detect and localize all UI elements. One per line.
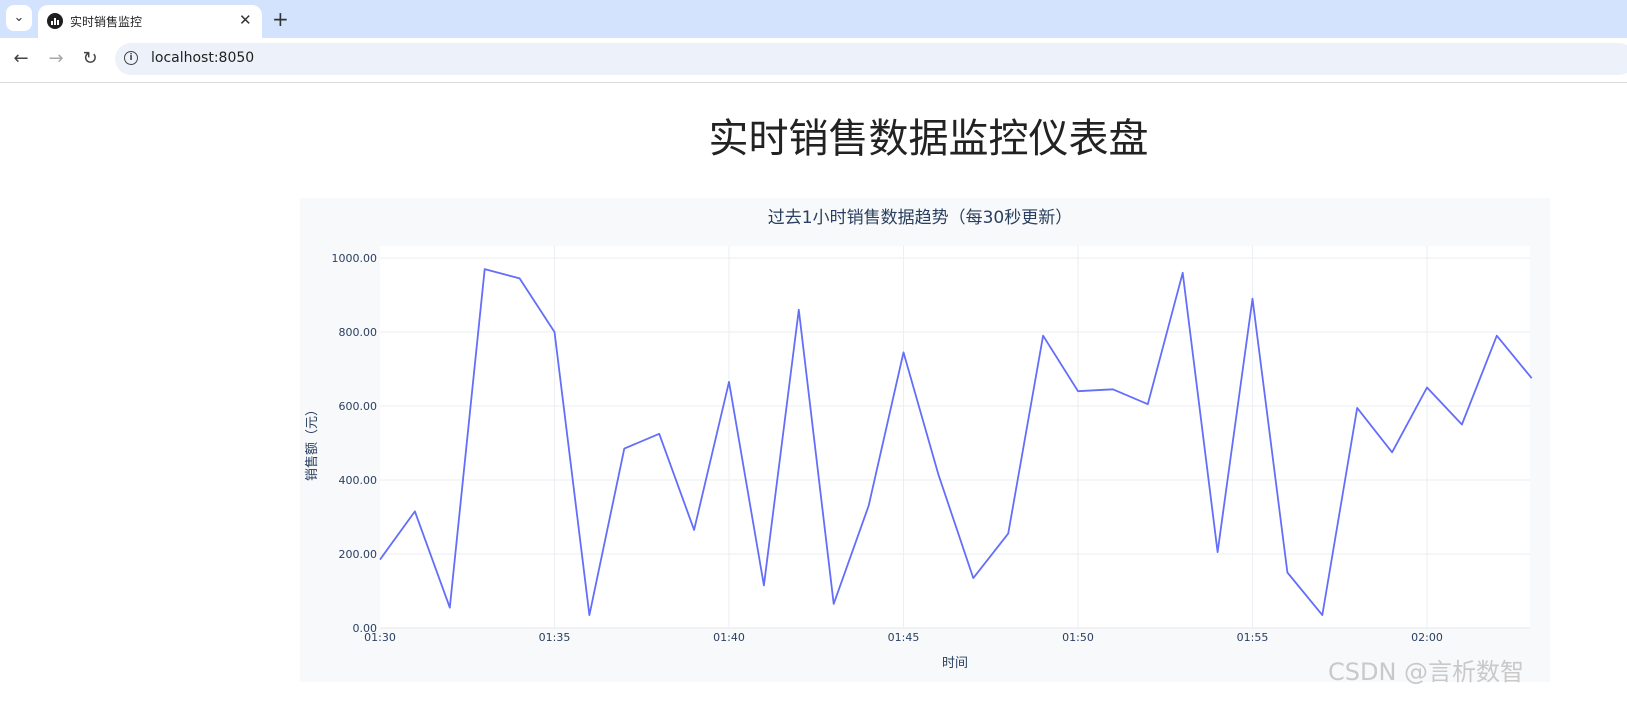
x-tick-label: 01:35 xyxy=(539,631,571,644)
browser-toolbar: ← → ↻ i localhost:8050 xyxy=(0,38,1627,83)
chart-favicon-icon xyxy=(47,13,63,29)
browser-tab-bar: ⌄ 实时销售监控 ✕ + xyxy=(0,0,1627,38)
close-tab-icon[interactable]: ✕ xyxy=(239,11,252,29)
x-tick-label: 01:40 xyxy=(713,631,745,644)
y-tick-label: 400.00 xyxy=(339,474,378,487)
y-tick-label: 600.00 xyxy=(339,400,378,413)
y-tick-label: 800.00 xyxy=(339,326,378,339)
chart-title: 过去1小时销售数据趋势（每30秒更新） xyxy=(768,208,1072,228)
tab-search-dropdown-button[interactable]: ⌄ xyxy=(6,5,32,31)
x-axis-label: 时间 xyxy=(942,656,968,671)
new-tab-button[interactable]: + xyxy=(272,7,289,31)
csdn-watermark: CSDN @言析数智 xyxy=(1328,658,1525,686)
chevron-down-icon: ⌄ xyxy=(13,10,25,25)
plot-area xyxy=(380,246,1530,628)
back-arrow-icon[interactable]: ← xyxy=(10,48,32,69)
y-tick-label: 1000.00 xyxy=(332,252,378,265)
forward-arrow-icon[interactable]: → xyxy=(45,48,67,69)
page-title: 实时销售数据监控仪表盘 xyxy=(708,116,1149,162)
chart-svg[interactable]: 过去1小时销售数据趋势（每30秒更新） 0.00200.00400.00600.… xyxy=(300,198,1550,682)
x-tick-label: 01:55 xyxy=(1237,631,1269,644)
y-axis-label: 销售额（元） xyxy=(304,403,320,481)
sales-trend-chart[interactable]: 过去1小时销售数据趋势（每30秒更新） 0.00 200.00 400.00 600.… xyxy=(300,198,1550,682)
x-tick-label: 01:45 xyxy=(888,631,920,644)
browser-tab-active[interactable]: 实时销售监控 ✕ xyxy=(38,5,262,38)
x-tick-label: 01:30 xyxy=(364,631,396,644)
x-tick-label: 02:00 xyxy=(1411,631,1443,644)
y-tick-label: 200.00 xyxy=(339,548,378,561)
tab-title: 实时销售监控 xyxy=(70,15,143,29)
x-tick-label: 01:50 xyxy=(1062,631,1094,644)
address-bar[interactable]: i localhost:8050 xyxy=(115,43,1627,75)
url-text[interactable]: localhost:8050 xyxy=(151,50,254,66)
site-info-icon[interactable]: i xyxy=(124,51,138,65)
reload-icon[interactable]: ↻ xyxy=(79,48,101,69)
